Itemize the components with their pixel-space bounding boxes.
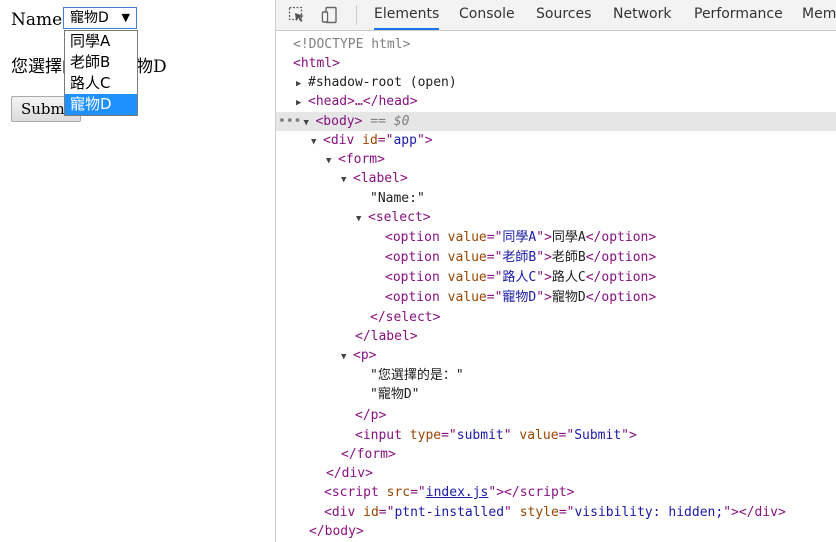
dom-line-p-text1[interactable]: "您選擇的是：" <box>370 366 464 385</box>
select-dropdown-list: 同學A 老師B 路人C 寵物D <box>64 30 138 116</box>
collapse-triangle-icon: ▼ <box>356 214 362 224</box>
dom-line-shadow-root[interactable]: ▶ #shadow-root (open) <box>296 73 457 92</box>
dom-line-body-close[interactable]: </body> <box>309 522 364 541</box>
pet-select[interactable]: 寵物D ▼ <box>63 7 137 29</box>
rendered-page: Name: 寵物D ▼ 同學A 老師B 路人C 寵物D 您選擇的是： 寵物D Su… <box>0 0 275 542</box>
option-item-selected[interactable]: 寵物D <box>65 94 137 115</box>
dom-line-ptnt-div[interactable]: <div id="ptnt-installed" style="visibili… <box>324 503 786 522</box>
dropdown-arrow-icon: ▼ <box>121 11 130 24</box>
dom-line-select-close[interactable]: </select> <box>370 308 440 327</box>
collapse-triangle-icon: ▼ <box>341 175 347 185</box>
inspect-element-icon[interactable] <box>288 6 306 24</box>
collapse-triangle-icon: ▼ <box>311 137 317 147</box>
select-current-value: 寵物D <box>70 10 109 26</box>
dom-line-body-selected[interactable]: ••• ▼ <body> == $0 <box>276 112 836 131</box>
device-toolbar-icon[interactable] <box>321 6 339 24</box>
collapse-triangle-icon: ▼ <box>341 352 347 362</box>
dom-line-option[interactable]: <option value="寵物D">寵物D</option> <box>385 288 656 307</box>
dom-tree: <!DOCTYPE html> <html> ▶ #shadow-root (op… <box>276 31 836 542</box>
devtools-tabbar: Elements Console Sources Network Perform… <box>276 0 836 31</box>
tab-network[interactable]: Network <box>613 0 671 30</box>
dom-line-input[interactable]: <input type="submit" value="Submit"> <box>355 426 637 445</box>
dom-line-head[interactable]: ▶ <head>…</head> <box>296 92 418 111</box>
dom-line-p-text2[interactable]: "寵物D" <box>370 385 419 404</box>
dom-line-p[interactable]: ▼ <p> <box>341 346 376 365</box>
collapse-triangle-icon: ▼ <box>326 156 332 166</box>
option-item[interactable]: 老師B <box>65 52 137 73</box>
tab-memory[interactable]: Mem <box>802 0 836 30</box>
dom-line-html[interactable]: <html> <box>293 54 340 73</box>
tab-elements[interactable]: Elements <box>374 0 439 30</box>
dom-line-label-close[interactable]: </label> <box>355 327 418 346</box>
dom-line-option[interactable]: <option value="路人C">路人C</option> <box>385 268 656 287</box>
tab-performance[interactable]: Performance <box>694 0 783 30</box>
option-item[interactable]: 同學A <box>65 31 137 52</box>
dom-line-form[interactable]: ▼ <form> <box>326 150 385 169</box>
option-item[interactable]: 路人C <box>65 73 137 94</box>
dom-line-doctype[interactable]: <!DOCTYPE html> <box>293 35 410 54</box>
name-label: Name: <box>11 10 68 30</box>
dom-line-div-app[interactable]: ▼ <div id="app"> <box>311 131 433 150</box>
ellipsis-icon: ••• <box>278 114 302 129</box>
dom-line-script[interactable]: <script src="index.js"></script> <box>324 483 574 502</box>
dom-line-p-close[interactable]: </p> <box>355 406 386 425</box>
dom-line-div-close[interactable]: </div> <box>326 464 373 483</box>
dom-line-option[interactable]: <option value="老師B">老師B</option> <box>385 248 656 267</box>
tab-sources[interactable]: Sources <box>536 0 591 30</box>
expand-triangle-icon: ▶ <box>296 98 302 108</box>
dom-line-form-close[interactable]: </form> <box>341 445 396 464</box>
toolbar-separator <box>356 5 357 25</box>
script-src-link[interactable]: index.js <box>426 485 489 500</box>
dom-line-select[interactable]: ▼ <select> <box>356 208 431 227</box>
dom-line-name-text[interactable]: "Name:" <box>370 189 425 208</box>
dom-line-label[interactable]: ▼ <label> <box>341 169 408 188</box>
dom-line-option[interactable]: <option value="同學A">同學A</option> <box>385 228 656 247</box>
devtools-panel: Elements Console Sources Network Perform… <box>275 0 836 542</box>
tab-console[interactable]: Console <box>459 0 515 30</box>
